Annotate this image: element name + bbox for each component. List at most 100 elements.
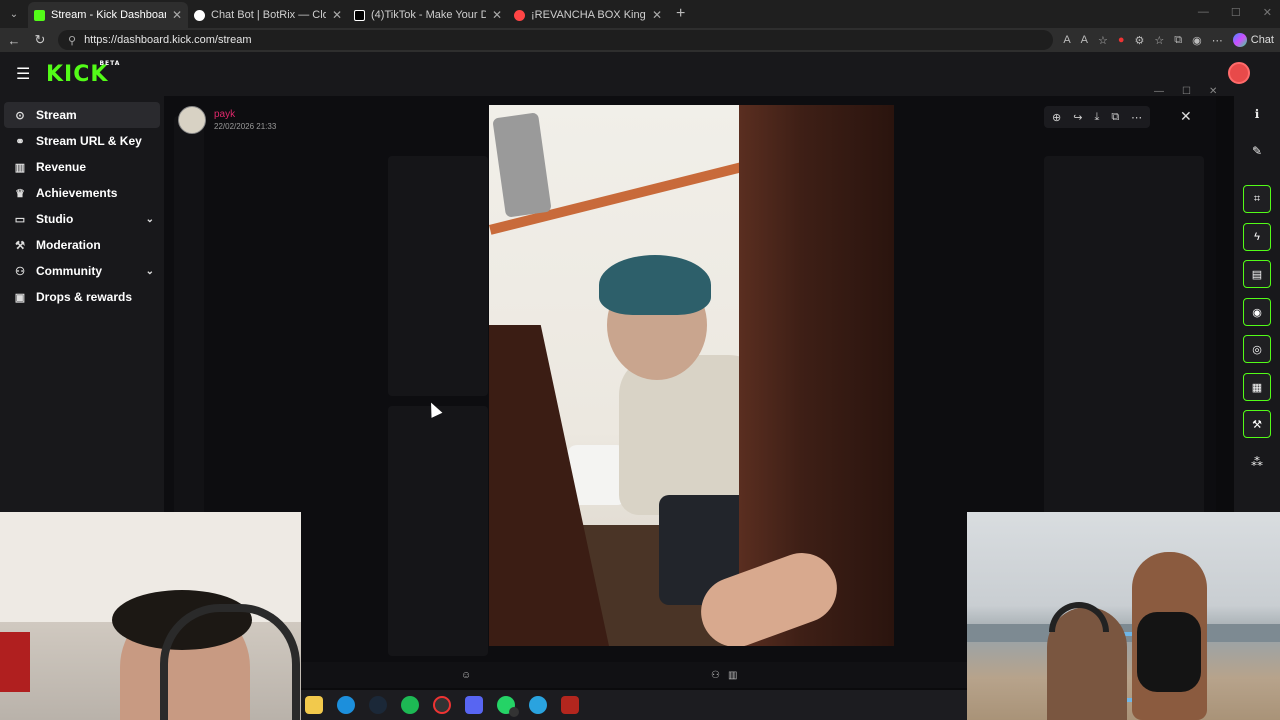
telegram-icon[interactable] bbox=[529, 696, 547, 714]
tab-title: ¡REVANCHA BOX Kingteka vs S bbox=[531, 9, 646, 21]
browser-tab-youtube[interactable]: ¡REVANCHA BOX Kingteka vs S ✕ bbox=[508, 2, 668, 28]
bottom-info-strip: ☺ ⚇ ▥ bbox=[301, 662, 967, 688]
community-icon: ⚇ bbox=[15, 265, 25, 278]
open-external-icon[interactable]: ⧉ bbox=[1111, 111, 1119, 124]
gift-icon: ▣ bbox=[14, 291, 26, 304]
bottom-cell: ⚇ ▥ bbox=[701, 670, 747, 681]
author-username[interactable]: payk bbox=[214, 109, 276, 120]
link-icon: ⚭ bbox=[15, 135, 25, 148]
share-nodes-icon[interactable]: ⁂ bbox=[1243, 448, 1271, 476]
sidebar-item-label: Studio bbox=[36, 212, 74, 226]
sidebar-item-label: Drops & rewards bbox=[36, 290, 133, 304]
broadcast-icon[interactable]: ◎ bbox=[1243, 335, 1271, 363]
discord-icon[interactable] bbox=[465, 696, 483, 714]
cam-headset bbox=[1049, 602, 1109, 632]
favorites-icon[interactable]: ☆ bbox=[1154, 34, 1164, 47]
extension-red-icon[interactable]: ● bbox=[1118, 34, 1125, 46]
image-viewer-toolbar: ⊕ ↪ ⤓ ⧉ ⋯ bbox=[1044, 106, 1151, 128]
screenshot-icon[interactable]: ⌗ bbox=[1243, 185, 1271, 213]
close-tab-icon[interactable]: ✕ bbox=[172, 8, 182, 22]
browser-tab-kick[interactable]: Stream - Kick Dashboard ✕ bbox=[28, 2, 188, 28]
more-menu-icon[interactable]: ⋯ bbox=[1212, 34, 1223, 47]
copilot-chat-button[interactable]: Chat bbox=[1232, 33, 1274, 47]
sidebar-item-revenue[interactable]: ▥ Revenue bbox=[4, 154, 160, 180]
close-viewer-icon[interactable]: ✕ bbox=[1180, 108, 1192, 125]
sidebar-item-label: Stream URL & Key bbox=[36, 134, 142, 148]
translate-icon[interactable]: A bbox=[1063, 34, 1070, 46]
tab-title: Stream - Kick Dashboard bbox=[51, 9, 166, 21]
chevron-down-icon[interactable]: ⌄ bbox=[146, 214, 154, 225]
zoom-icon[interactable]: ⊕ bbox=[1052, 111, 1061, 124]
browser-tab-strip: ⌄ Stream - Kick Dashboard ✕ Chat Bot | B… bbox=[0, 0, 1280, 28]
cam-headset bbox=[160, 604, 300, 720]
close-tab-icon[interactable]: ✕ bbox=[332, 8, 342, 22]
new-tab-icon[interactable]: + bbox=[668, 5, 693, 23]
trophy-icon: ♛ bbox=[15, 187, 25, 200]
app-icon[interactable] bbox=[561, 696, 579, 714]
close-window-icon[interactable]: ✕ bbox=[1263, 6, 1272, 19]
reload-icon[interactable]: ↻ bbox=[32, 32, 48, 48]
browser-tab-botrix[interactable]: Chat Bot | BotRix — Cloud Stream ✕ bbox=[188, 2, 348, 28]
right-tool-rail: ℹ ✎ ⌗ ϟ ▤ ◉ ◎ ▦ ⚒ ⁂ bbox=[1234, 96, 1280, 516]
edit-pencil-icon[interactable]: ✎ bbox=[1243, 137, 1271, 165]
ghost-panel bbox=[388, 156, 488, 396]
sidebar-item-community[interactable]: ⚇ Community ⌄ bbox=[4, 258, 160, 284]
whatsapp-icon[interactable] bbox=[497, 696, 519, 717]
download-icon[interactable]: ⤓ bbox=[1094, 111, 1099, 124]
maximize-icon[interactable]: ☐ bbox=[1182, 86, 1191, 97]
back-icon[interactable]: ← bbox=[6, 33, 22, 48]
spotify-icon[interactable] bbox=[401, 696, 419, 714]
maximize-icon[interactable]: ☐ bbox=[1231, 6, 1241, 19]
wrench-icon[interactable]: ⚒ bbox=[1243, 410, 1271, 438]
edge-icon[interactable] bbox=[337, 696, 355, 714]
site-info-icon[interactable]: ⚲ bbox=[68, 34, 76, 47]
browser-tab-tiktok[interactable]: (4)TikTok - Make Your Day ✕ bbox=[348, 2, 508, 28]
post-timestamp: 22/02/2026 21:33 bbox=[214, 122, 277, 131]
close-tab-icon[interactable]: ✕ bbox=[652, 8, 662, 22]
tab-list-chevron-icon[interactable]: ⌄ bbox=[0, 0, 28, 28]
sidebar-item-achievements[interactable]: ♛ Achievements bbox=[4, 180, 160, 206]
toolbar-icons: A A ☆ ● ⚙ ☆ ⧉ ◉ ⋯ Chat bbox=[1063, 33, 1274, 47]
sidebar-item-label: Stream bbox=[36, 108, 77, 122]
chat-bubble-icon[interactable]: ◉ bbox=[1243, 298, 1271, 326]
sidebar-item-studio[interactable]: ▭ Studio ⌄ bbox=[4, 206, 160, 232]
revenue-icon: ▥ bbox=[14, 161, 26, 174]
collections-icon[interactable]: ⧉ bbox=[1174, 34, 1182, 47]
tiktok-favicon-icon bbox=[354, 9, 365, 21]
overlay-window-controls: — ☐ ✕ bbox=[1154, 86, 1217, 97]
close-tab-icon[interactable]: ✕ bbox=[492, 8, 502, 22]
url-field[interactable]: ⚲ https://dashboard.kick.com/stream bbox=[58, 30, 1054, 50]
avatar[interactable] bbox=[178, 106, 206, 134]
copilot-icon bbox=[1232, 33, 1247, 47]
info-icon[interactable]: ℹ bbox=[1243, 100, 1271, 128]
favorite-star-icon[interactable]: ☆ bbox=[1098, 34, 1108, 47]
layout-icon[interactable]: ▦ bbox=[1243, 373, 1271, 401]
hamburger-menu-icon[interactable]: ☰ bbox=[16, 64, 36, 84]
sidebar-item-drops-rewards[interactable]: ▣ Drops & rewards bbox=[4, 284, 160, 310]
sidebar-item-stream[interactable]: ⊙ Stream bbox=[4, 102, 160, 128]
lightning-icon[interactable]: ϟ bbox=[1243, 223, 1271, 251]
forward-icon[interactable]: ↪ bbox=[1073, 111, 1082, 124]
extensions-icon[interactable]: ⚙ bbox=[1135, 34, 1145, 47]
kick-header: ☰ KICK BETA bbox=[0, 52, 1280, 96]
minimize-icon[interactable]: — bbox=[1154, 86, 1164, 97]
profile-icon[interactable]: ◉ bbox=[1192, 34, 1202, 47]
sidebar-item-moderation[interactable]: ⚒ Moderation bbox=[4, 232, 160, 258]
document-icon[interactable]: ▤ bbox=[1243, 260, 1271, 288]
chevron-down-icon[interactable]: ⌄ bbox=[146, 266, 154, 277]
recording-favicon-icon bbox=[514, 9, 525, 21]
steam-icon[interactable] bbox=[369, 696, 387, 714]
cam-swimsuit bbox=[1137, 612, 1201, 692]
sidebar-item-stream-url-key[interactable]: ⚭ Stream URL & Key bbox=[4, 128, 160, 154]
more-options-icon[interactable]: ⋯ bbox=[1131, 111, 1142, 124]
minimize-icon[interactable]: — bbox=[1198, 6, 1209, 19]
ghost-panel bbox=[388, 406, 488, 656]
tab-title: Chat Bot | BotRix — Cloud Stream bbox=[211, 9, 326, 21]
kick-logo[interactable]: KICK BETA bbox=[46, 60, 119, 87]
close-window-icon[interactable]: ✕ bbox=[1209, 86, 1217, 97]
hammer-icon: ⚒ bbox=[15, 239, 25, 252]
read-aloud-icon[interactable]: A bbox=[1081, 34, 1088, 46]
obs-icon[interactable] bbox=[433, 696, 451, 714]
file-explorer-icon[interactable] bbox=[305, 696, 323, 714]
avatar[interactable] bbox=[1228, 62, 1250, 84]
